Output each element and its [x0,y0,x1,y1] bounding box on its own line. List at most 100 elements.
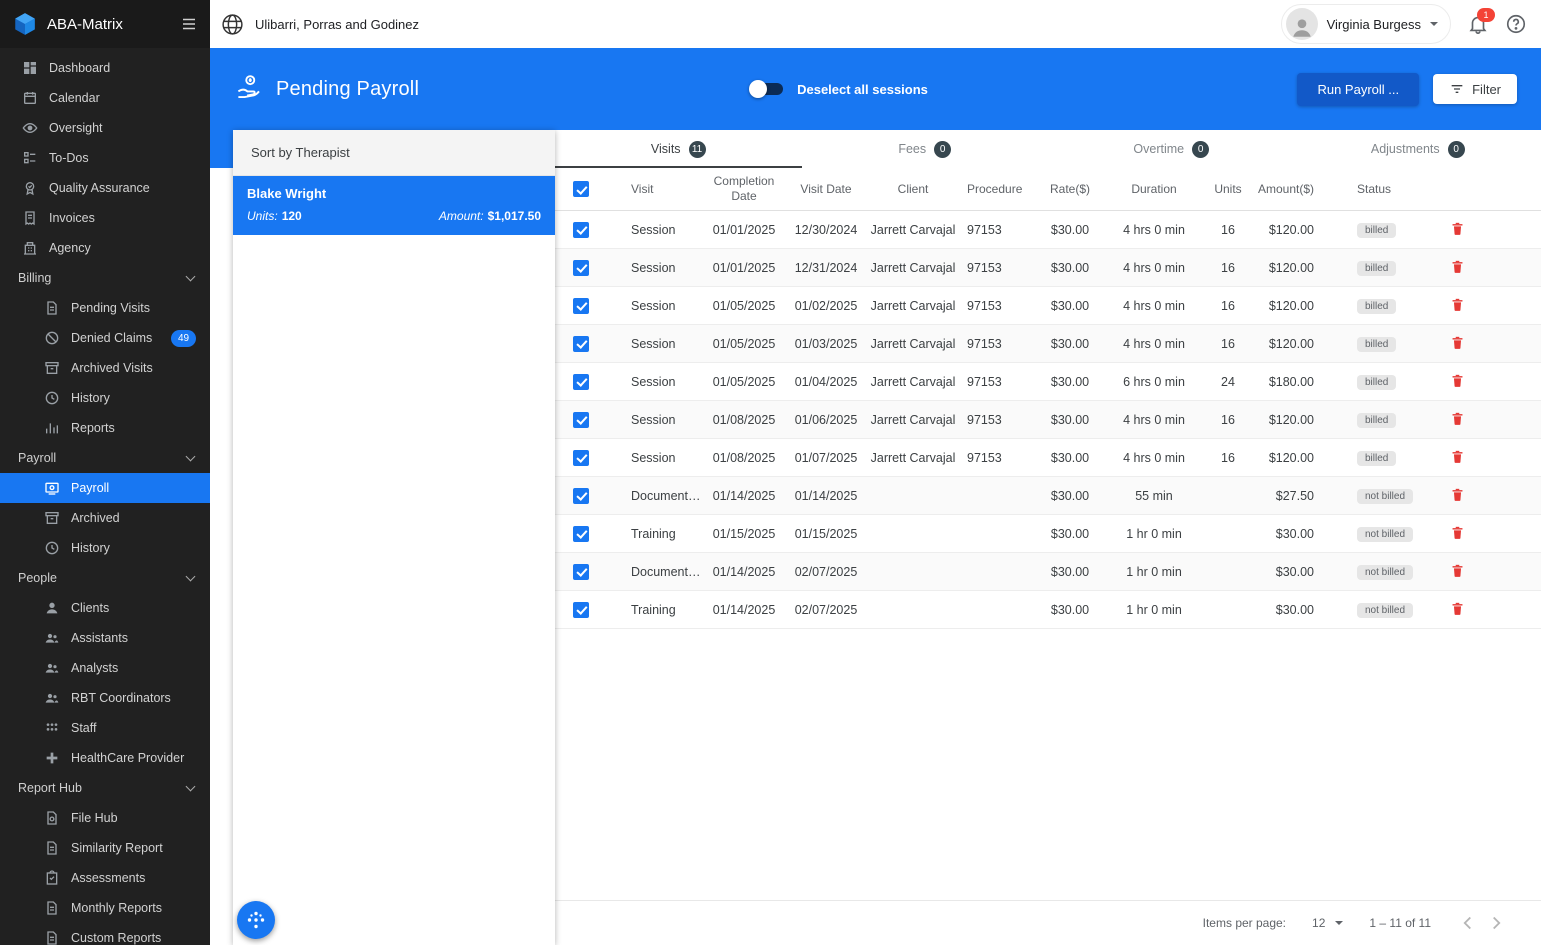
cell-completion-date: 01/14/2025 [712,488,776,503]
prev-page-button[interactable] [1457,912,1479,934]
sidebar-item-analysts[interactable]: Analysts [0,653,210,683]
cell-duration: 1 hr 0 min [1126,526,1182,541]
next-page-button[interactable] [1485,912,1507,934]
sidebar-item-assessments[interactable]: Assessments [0,863,210,893]
filter-button[interactable]: Filter [1433,74,1517,104]
tab-count-badge: 0 [1192,140,1210,158]
sidebar-item-clients[interactable]: Clients [0,593,210,623]
widget-fab[interactable] [237,901,275,939]
delete-icon[interactable] [1449,220,1466,237]
amount-label: Amount: [438,209,484,223]
row-checkbox[interactable] [573,525,589,542]
cell-visit-date: 01/15/2025 [794,526,858,541]
row-checkbox[interactable] [573,373,589,390]
sidebar-item-dashboard[interactable]: Dashboard [0,53,210,83]
delete-icon[interactable] [1449,524,1466,541]
user-name: Virginia Burgess [1326,16,1421,32]
sidebar-item-label: Custom Reports [71,931,162,945]
sidebar-group-people[interactable]: People [0,563,210,593]
delete-icon[interactable] [1449,372,1466,389]
sidebar-item-similarity-report[interactable]: Similarity Report [0,833,210,863]
delete-icon[interactable] [1449,334,1466,351]
cell-procedure: 97153 [967,374,1002,389]
sidebar-group-payroll[interactable]: Payroll [0,443,210,473]
sidebar-item-healthcare-provider[interactable]: HealthCare Provider [0,743,210,773]
delete-icon[interactable] [1449,296,1466,313]
sidebar-item-quality-assurance[interactable]: Quality Assurance [0,173,210,203]
therapist-card[interactable]: Blake Wright Units: 120 Amount: $1,017.50 [233,176,555,235]
col-visit-date: Visit Date [800,181,852,196]
sidebar-item-calendar[interactable]: Calendar [0,83,210,113]
items-per-page-select[interactable]: 12 [1312,916,1344,930]
sidebar-item-history[interactable]: History [0,533,210,563]
sidebar-item-reports[interactable]: Reports [0,413,210,443]
deselect-toggle[interactable] [749,80,785,98]
cell-client: Jarrett Carvajal [870,222,956,237]
delete-icon[interactable] [1449,410,1466,427]
sidebar-item-assistants[interactable]: Assistants [0,623,210,653]
sidebar-item-custom-reports[interactable]: Custom Reports [0,923,210,945]
delete-icon[interactable] [1449,600,1466,617]
chevron-down-icon [1430,22,1438,26]
sidebar-item-archived[interactable]: Archived [0,503,210,533]
delete-icon[interactable] [1449,258,1466,275]
row-checkbox[interactable] [573,563,589,580]
select-all-checkbox[interactable] [573,181,589,197]
tab-visits[interactable]: Visits 11 [555,130,802,168]
sidebar-item-rbt-coordinators[interactable]: RBT Coordinators [0,683,210,713]
notifications-button[interactable]: 1 [1467,8,1495,35]
page-range: 1 – 11 of 11 [1369,916,1431,930]
menu-icon[interactable] [180,15,198,33]
cell-duration: 6 hrs 0 min [1123,374,1185,389]
sidebar-item-pending-visits[interactable]: Pending Visits [0,293,210,323]
tab-fees[interactable]: Fees 0 [802,130,1049,168]
sidebar-item-invoices[interactable]: Invoices [0,203,210,233]
run-payroll-button[interactable]: Run Payroll ... [1297,72,1420,106]
delete-icon[interactable] [1449,486,1466,503]
sidebar-item-label: Oversight [49,121,103,135]
table-row: Training 01/15/2025 01/15/2025 $30.00 1 hr 0… [555,515,1541,553]
row-checkbox[interactable] [573,259,589,276]
main: Ulibarri, Porras and Godinez Virginia Bu… [210,0,1541,945]
status-badge: billed [1357,336,1397,352]
row-checkbox[interactable] [573,221,589,238]
cell-procedure: 97153 [967,336,1002,351]
sidebar-item-archived-visits[interactable]: Archived Visits [0,353,210,383]
user-menu[interactable]: Virginia Burgess [1280,4,1451,44]
chevron-left-icon [1463,916,1471,930]
sidebar-item-payroll[interactable]: Payroll [0,473,210,503]
delete-icon[interactable] [1449,448,1466,465]
sidebar-item-history[interactable]: History [0,383,210,413]
row-checkbox[interactable] [573,449,589,466]
sidebar-item-file-hub[interactable]: File Hub [0,803,210,833]
count-badge: 49 [171,329,196,347]
sidebar-item-denied-claims[interactable]: Denied Claims 49 [0,323,210,353]
sidebar-item-oversight[interactable]: Oversight [0,113,210,143]
status-badge: billed [1357,374,1397,390]
help-button[interactable] [1505,13,1527,35]
row-checkbox[interactable] [573,335,589,352]
sidebar-item-to-dos[interactable]: To-Dos [0,143,210,173]
sidebar-group-billing[interactable]: Billing [0,263,210,293]
sidebar-item-staff[interactable]: Staff [0,713,210,743]
sidebar-item-monthly-reports[interactable]: Monthly Reports [0,893,210,923]
row-checkbox[interactable] [573,297,589,314]
work-area: Visits 11 Fees 0 Overtime 0 Adjustments 0 Visit… [555,130,1541,945]
sidebar-group-report-hub[interactable]: Report Hub [0,773,210,803]
building-icon [22,240,38,256]
row-checkbox[interactable] [573,411,589,428]
cell-visit: Training [631,526,676,541]
sidebar-item-agency[interactable]: Agency [0,233,210,263]
cell-rate: $30.00 [1050,412,1090,427]
cell-procedure: 97153 [967,222,1002,237]
row-checkbox[interactable] [573,487,589,504]
people-icon [44,690,60,706]
tab-adjustments[interactable]: Adjustments 0 [1295,130,1541,168]
cell-duration: 4 hrs 0 min [1123,260,1185,275]
tab-overtime[interactable]: Overtime 0 [1048,130,1295,168]
dots-icon [247,911,265,929]
tab-label: Adjustments [1370,142,1440,156]
row-checkbox[interactable] [573,601,589,618]
medical-icon [44,750,60,766]
delete-icon[interactable] [1449,562,1466,579]
